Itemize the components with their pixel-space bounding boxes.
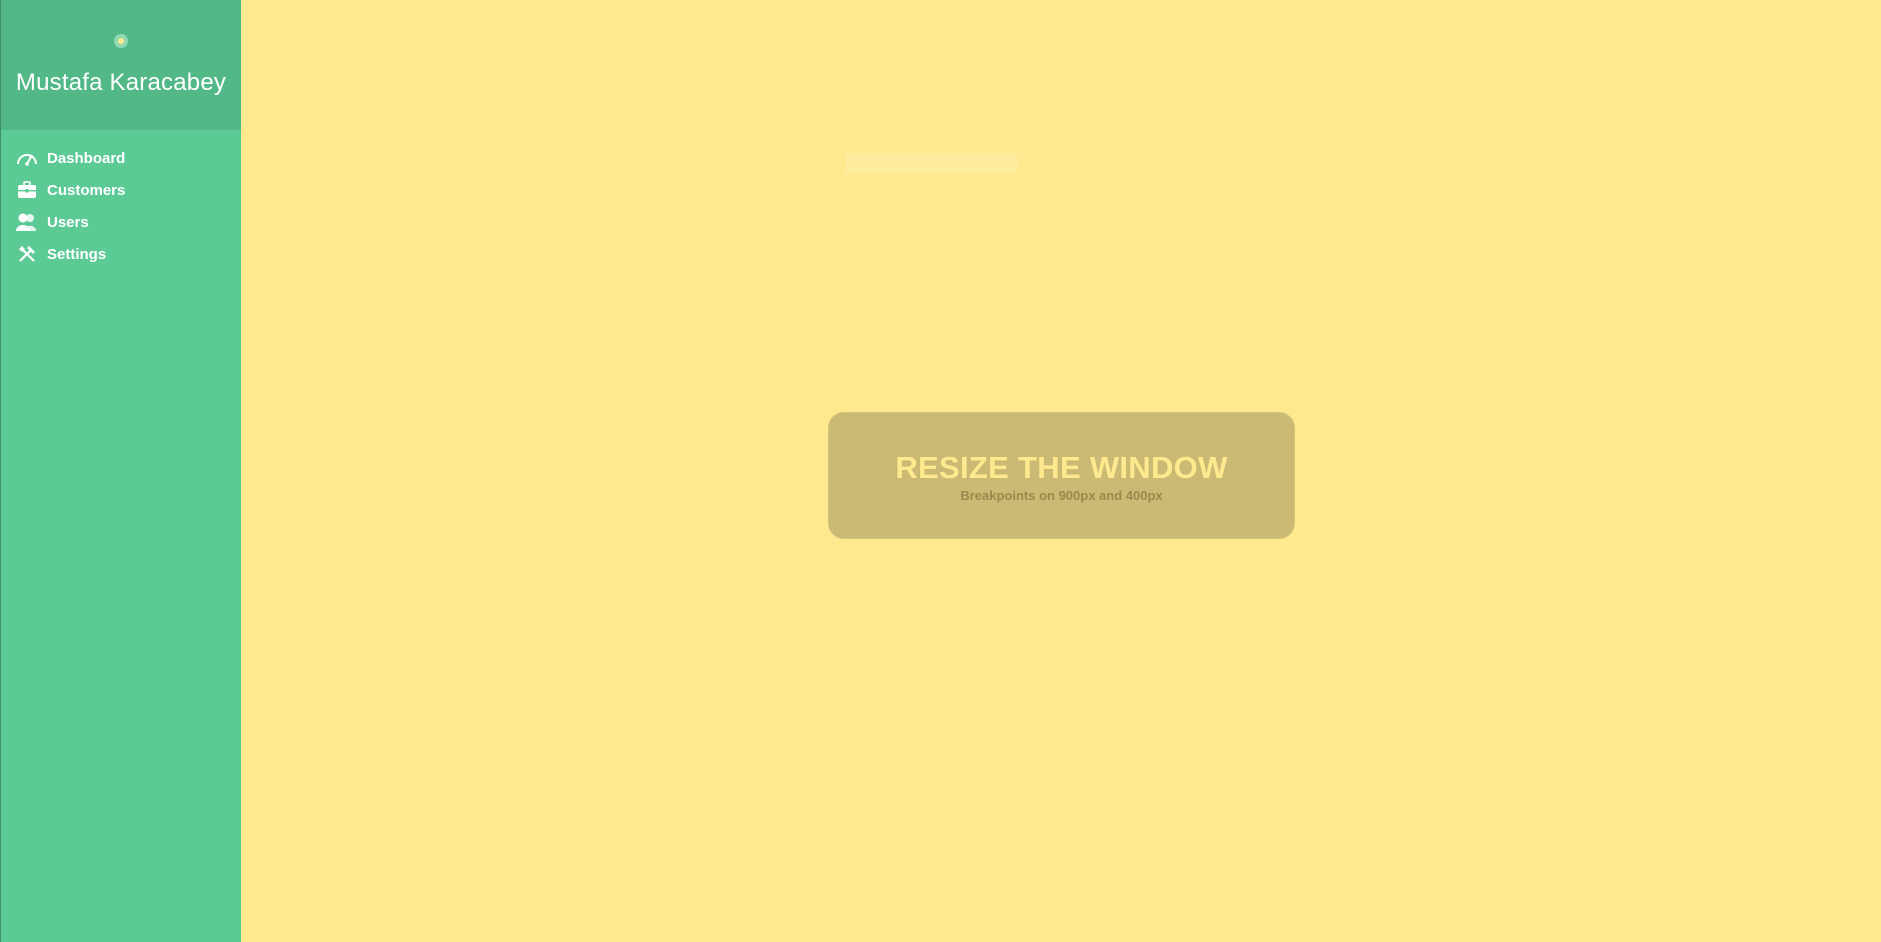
search-bar[interactable] [846, 153, 1017, 173]
sidebar-item-dashboard[interactable]: Dashboard [1, 142, 241, 174]
users-icon [16, 211, 38, 233]
sidebar-header: Mustafa Karacabey [1, 0, 241, 130]
sidebar-item-label: Customers [47, 181, 126, 199]
sidebar: Mustafa Karacabey Dashboard Customers Us… [0, 0, 241, 942]
sidebar-item-label: Settings [47, 245, 107, 263]
sidebar-item-label: Users [47, 213, 89, 231]
tools-icon [16, 243, 38, 265]
notice-subtitle: Breakpoints on 900px and 400px [960, 488, 1163, 503]
sidebar-nav: Dashboard Customers Users Settings [1, 142, 241, 270]
sidebar-item-users[interactable]: Users [1, 206, 241, 238]
avatar[interactable] [114, 34, 128, 48]
sidebar-item-customers[interactable]: Customers [1, 174, 241, 206]
dashboard-icon [16, 147, 38, 169]
notice-title: RESIZE THE WINDOW [895, 450, 1228, 485]
resize-notice: RESIZE THE WINDOW Breakpoints on 900px a… [828, 412, 1295, 539]
briefcase-icon [16, 179, 38, 201]
sidebar-item-settings[interactable]: Settings [1, 238, 241, 270]
user-name: Mustafa Karacabey [15, 69, 227, 96]
sidebar-item-label: Dashboard [47, 149, 126, 167]
